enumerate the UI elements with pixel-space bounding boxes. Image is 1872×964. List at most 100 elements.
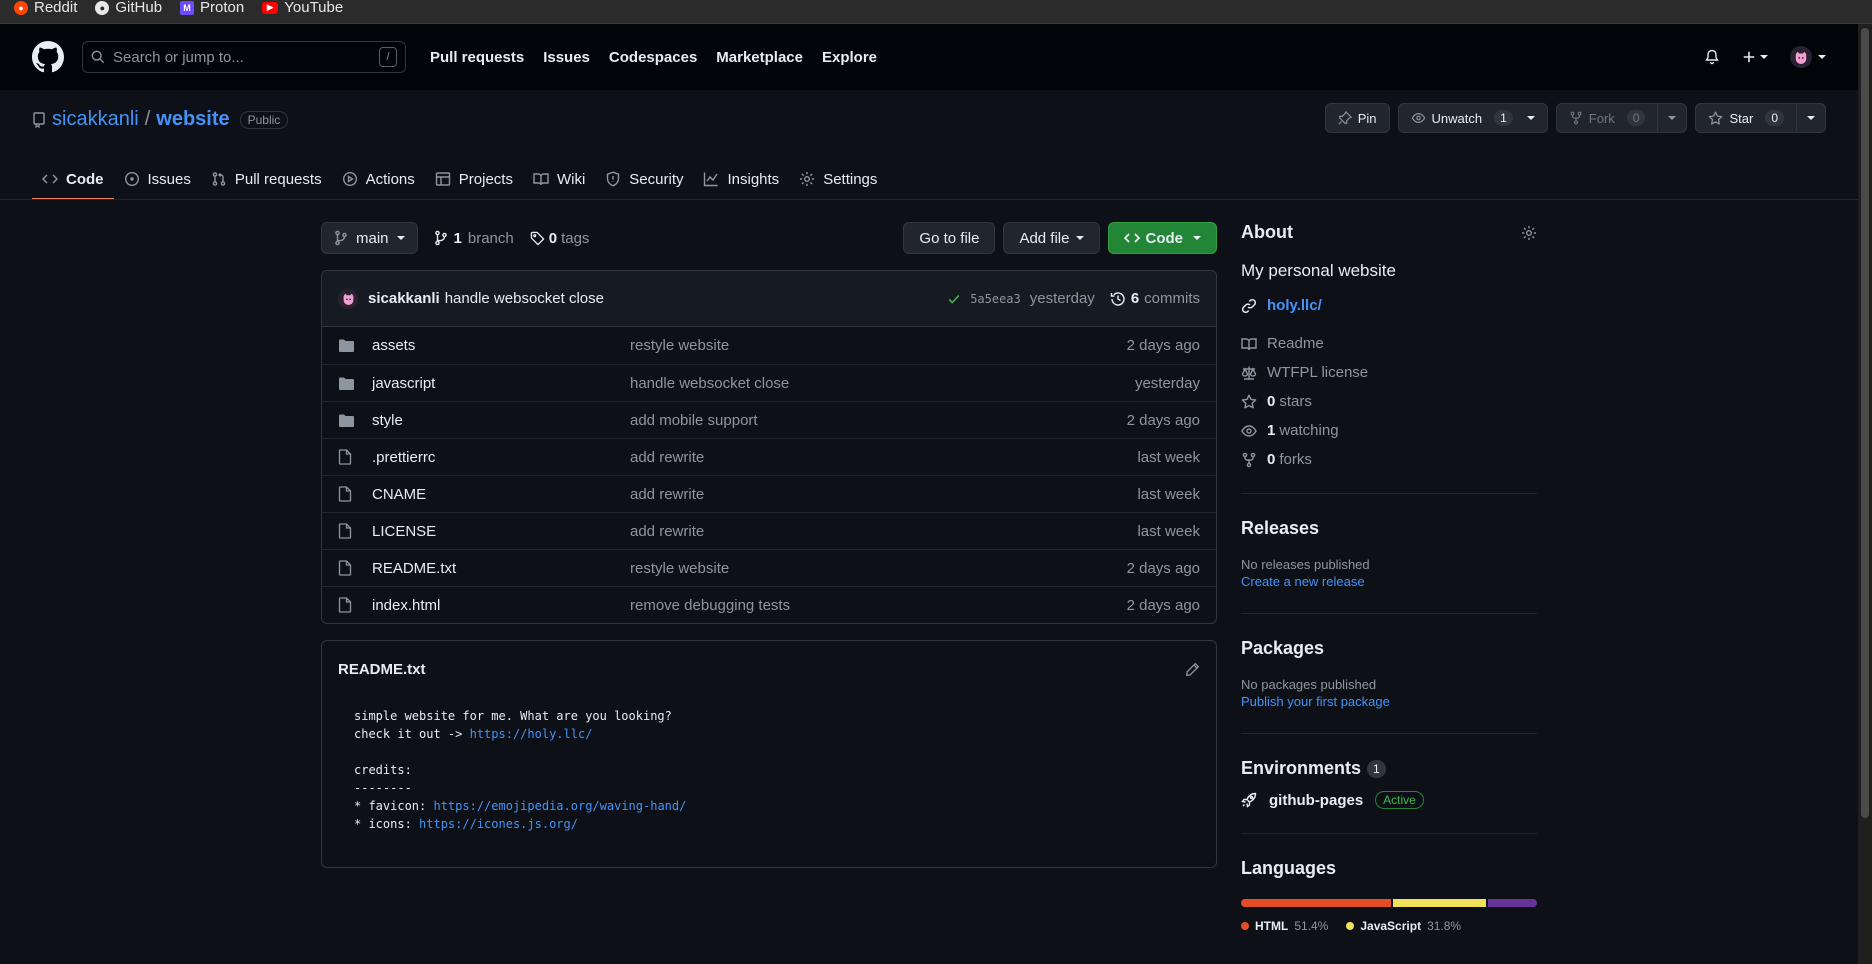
tab-insights[interactable]: Insights bbox=[693, 158, 789, 200]
chevron-down-icon bbox=[1075, 236, 1084, 240]
commit-message-link[interactable]: handle websocket close bbox=[445, 290, 604, 307]
file-row[interactable]: LICENSE add rewrite last week bbox=[322, 512, 1216, 549]
search-input[interactable]: Search or jump to... / bbox=[82, 41, 406, 73]
page-scrollbar[interactable] bbox=[1858, 24, 1872, 964]
bookmark-proton[interactable]: M Proton bbox=[180, 0, 244, 16]
environments-heading[interactable]: Environments 1 bbox=[1241, 758, 1537, 779]
tab-actions[interactable]: Actions bbox=[332, 158, 425, 200]
file-row[interactable]: assets restyle website 2 days ago bbox=[322, 327, 1216, 364]
pencil-icon[interactable] bbox=[1185, 662, 1200, 677]
commits-link[interactable]: 6 commits bbox=[1110, 290, 1200, 307]
issue-icon bbox=[124, 171, 139, 187]
watchers-link[interactable]: 1 watching bbox=[1241, 421, 1537, 440]
unwatch-button[interactable]: Unwatch 1 bbox=[1397, 103, 1548, 133]
file-commit-message-link[interactable]: add rewrite bbox=[630, 523, 1137, 540]
file-commit-message-link[interactable]: remove debugging tests bbox=[630, 597, 1127, 614]
nav-codespaces[interactable]: Codespaces bbox=[609, 49, 697, 66]
fork-button[interactable]: Fork 0 bbox=[1555, 103, 1688, 133]
bell-icon[interactable] bbox=[1704, 49, 1720, 65]
stars-link[interactable]: 0 stars bbox=[1241, 392, 1537, 411]
tab-code[interactable]: Code bbox=[32, 158, 114, 200]
forks-link[interactable]: 0 forks bbox=[1241, 450, 1537, 469]
branch-selector[interactable]: main bbox=[321, 222, 418, 254]
file-row[interactable]: index.html remove debugging tests 2 days a… bbox=[322, 586, 1216, 623]
file-commit-message-link[interactable]: add rewrite bbox=[630, 486, 1137, 503]
language-item[interactable]: HTML 51.4% bbox=[1241, 919, 1328, 933]
language-bar-segment[interactable] bbox=[1487, 899, 1537, 907]
repo-name-link[interactable]: website bbox=[156, 108, 229, 131]
go-to-file-button[interactable]: Go to file bbox=[903, 222, 996, 254]
file-commit-message-link[interactable]: restyle website bbox=[630, 560, 1127, 577]
star-dropdown[interactable] bbox=[1796, 104, 1825, 132]
file-name-link[interactable]: README.txt bbox=[372, 560, 630, 577]
environment-item[interactable]: github-pages Active bbox=[1241, 791, 1537, 809]
file-name-link[interactable]: style bbox=[372, 412, 630, 429]
code-button[interactable]: Code bbox=[1107, 222, 1217, 254]
star-button[interactable]: Star 0 bbox=[1695, 103, 1826, 133]
user-menu-button[interactable] bbox=[1790, 46, 1826, 68]
add-file-button[interactable]: Add file bbox=[1003, 222, 1100, 254]
file-row[interactable]: style add mobile support 2 days ago bbox=[322, 401, 1216, 438]
watch-count: 1 bbox=[1494, 110, 1513, 126]
file-name-link[interactable]: .prettierrc bbox=[372, 449, 630, 466]
file-icon bbox=[338, 523, 356, 539]
nav-marketplace[interactable]: Marketplace bbox=[716, 49, 803, 66]
file-name-link[interactable]: javascript bbox=[372, 375, 630, 392]
readme-link-icones[interactable]: https://icones.js.org/ bbox=[419, 817, 578, 831]
readme-title[interactable]: README.txt bbox=[338, 661, 426, 678]
file-name-link[interactable]: assets bbox=[372, 337, 630, 354]
file-commit-message-link[interactable]: handle websocket close bbox=[630, 375, 1135, 392]
fork-dropdown[interactable] bbox=[1657, 104, 1686, 132]
commit-sha-link[interactable]: 5a5eea3 bbox=[970, 292, 1021, 306]
tab-pull-requests[interactable]: Pull requests bbox=[201, 158, 332, 200]
tab-security[interactable]: Security bbox=[595, 158, 693, 200]
tags-link[interactable]: 0 tags bbox=[530, 230, 589, 247]
language-bar-segment[interactable] bbox=[1241, 899, 1392, 907]
file-name-link[interactable]: index.html bbox=[372, 597, 630, 614]
readme-link[interactable]: Readme bbox=[1241, 334, 1537, 353]
language-bar-segment[interactable] bbox=[1393, 899, 1486, 907]
create-new-button[interactable] bbox=[1742, 50, 1768, 64]
file-name-link[interactable]: CNAME bbox=[372, 486, 630, 503]
file-commit-message-link[interactable]: restyle website bbox=[630, 337, 1127, 354]
repo-owner-link[interactable]: sicakkanli bbox=[52, 108, 139, 131]
language-item[interactable]: JavaScript 31.8% bbox=[1346, 919, 1461, 933]
sidebar-divider bbox=[1241, 833, 1537, 834]
tab-wiki[interactable]: Wiki bbox=[523, 158, 595, 200]
pin-button[interactable]: Pin bbox=[1324, 103, 1390, 133]
check-icon[interactable] bbox=[947, 292, 961, 306]
file-row[interactable]: CNAME add rewrite last week bbox=[322, 475, 1216, 512]
file-commit-message-link[interactable]: add mobile support bbox=[630, 412, 1127, 429]
file-commit-date: last week bbox=[1137, 522, 1200, 540]
commit-author-link[interactable]: sicakkanli bbox=[368, 290, 440, 307]
about-heading: About bbox=[1241, 222, 1537, 243]
bookmark-github[interactable]: ● GitHub bbox=[95, 0, 162, 16]
branches-link[interactable]: 1 branch bbox=[434, 230, 514, 247]
nav-explore[interactable]: Explore bbox=[822, 49, 877, 66]
file-row[interactable]: README.txt restyle website 2 days ago bbox=[322, 549, 1216, 586]
file-icon bbox=[338, 486, 356, 502]
file-name-link[interactable]: LICENSE bbox=[372, 523, 630, 540]
nav-pull-requests[interactable]: Pull requests bbox=[430, 49, 524, 66]
readme-link-emojipedia[interactable]: https://emojipedia.org/waving-hand/ bbox=[433, 799, 686, 813]
file-commit-message-link[interactable]: add rewrite bbox=[630, 449, 1137, 466]
releases-heading[interactable]: Releases bbox=[1241, 518, 1537, 539]
packages-heading[interactable]: Packages bbox=[1241, 638, 1537, 659]
publish-package-link[interactable]: Publish your first package bbox=[1241, 694, 1537, 709]
license-link[interactable]: WTFPL license bbox=[1241, 363, 1537, 382]
avatar[interactable] bbox=[338, 288, 358, 309]
tab-settings[interactable]: Settings bbox=[789, 158, 887, 200]
create-release-link[interactable]: Create a new release bbox=[1241, 574, 1537, 589]
nav-issues[interactable]: Issues bbox=[543, 49, 590, 66]
bookmark-reddit[interactable]: ● Reddit bbox=[14, 0, 77, 16]
tab-projects[interactable]: Projects bbox=[425, 158, 523, 200]
gear-icon[interactable] bbox=[1521, 225, 1537, 241]
scrollbar-thumb[interactable] bbox=[1861, 28, 1869, 818]
bookmark-youtube[interactable]: ▶ YouTube bbox=[262, 0, 343, 16]
github-logo-icon[interactable] bbox=[32, 41, 64, 73]
file-row[interactable]: .prettierrc add rewrite last week bbox=[322, 438, 1216, 475]
tab-issues[interactable]: Issues bbox=[114, 158, 201, 200]
readme-link-holy[interactable]: https://holy.llc/ bbox=[470, 727, 593, 741]
file-row[interactable]: javascript handle websocket close yesterda… bbox=[322, 364, 1216, 401]
homepage-link[interactable]: holy.llc/ bbox=[1241, 297, 1537, 314]
